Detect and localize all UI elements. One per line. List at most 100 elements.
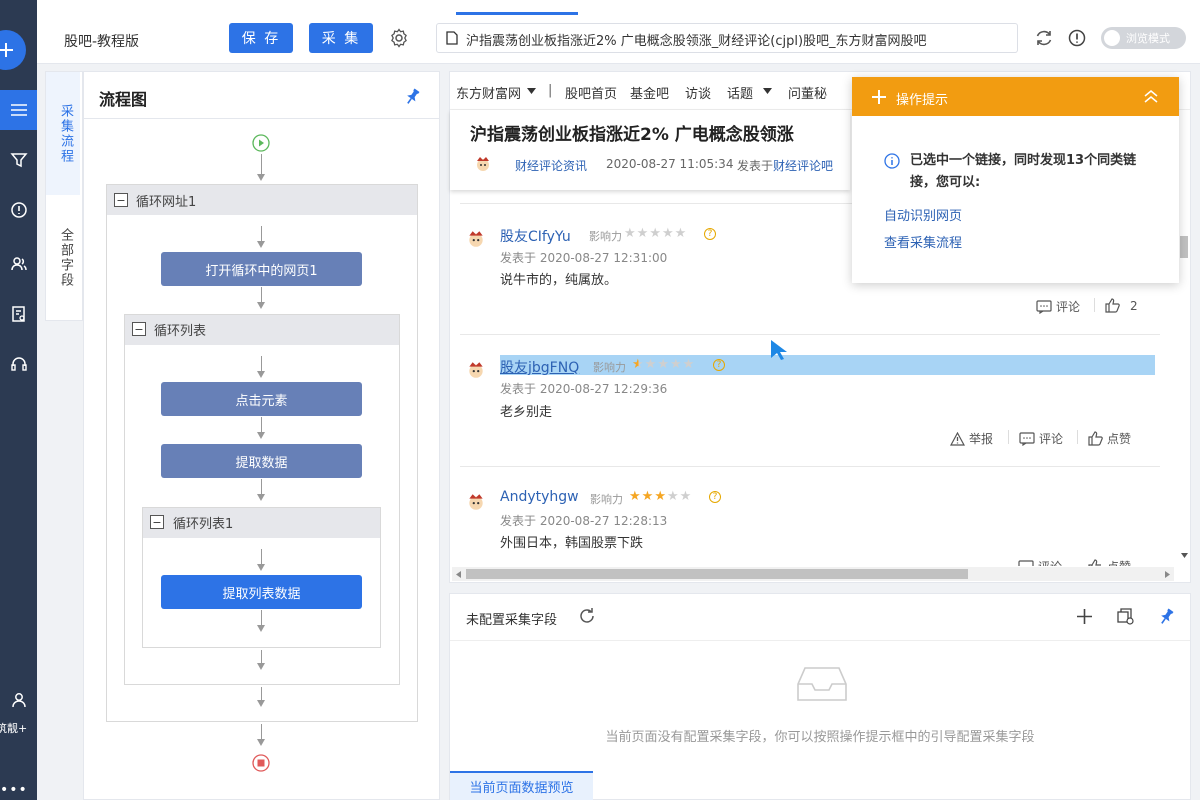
collapse-icon[interactable]: −	[114, 193, 128, 207]
account-name[interactable]: 筑靓+	[0, 720, 27, 736]
collapse-icon[interactable]: −	[150, 515, 164, 529]
view-workflow-link[interactable]: 查看采集流程	[884, 232, 962, 251]
avatar[interactable]	[466, 229, 486, 249]
node-open-page[interactable]: 打开循环中的网页1	[161, 252, 362, 286]
loop-list1-label: 循环列表1	[173, 517, 234, 532]
article-published-link[interactable]: 财经评论吧	[773, 157, 833, 174]
loop-url-label: 循环网址1	[136, 195, 197, 210]
avatar[interactable]	[466, 360, 486, 380]
add-field-icon[interactable]	[1076, 608, 1093, 625]
help-icon[interactable]: ?	[713, 359, 725, 371]
rail-item-support[interactable]	[0, 344, 37, 384]
divider	[460, 334, 1160, 335]
fields-title: 未配置采集字段	[466, 613, 558, 628]
save-button[interactable]: 保 存	[229, 23, 293, 53]
comment-button[interactable]: 评论	[1019, 430, 1063, 447]
like-button[interactable]: 点赞	[1088, 430, 1131, 447]
rail-item-account[interactable]	[0, 680, 37, 720]
collapse-icon[interactable]: −	[132, 322, 146, 336]
connector-arrow	[257, 371, 265, 378]
connector	[261, 154, 262, 174]
nav-item-eastmoney[interactable]: 东方财富网	[456, 83, 521, 102]
divider	[460, 466, 1160, 467]
scroll-down-icon[interactable]	[1181, 553, 1188, 558]
comment-button[interactable]: 评论	[1036, 298, 1080, 315]
warning-icon	[950, 431, 965, 446]
task-name[interactable]: 股吧-教程版	[64, 31, 139, 51]
more-menu[interactable]: •••	[0, 782, 28, 798]
article-title[interactable]: 沪指震荡创业板指涨近2% 广电概念股领涨	[470, 120, 794, 145]
connector-arrow	[257, 663, 265, 670]
pin-icon[interactable]	[405, 88, 421, 106]
chevron-down-icon[interactable]	[527, 88, 536, 94]
scroll-right-icon[interactable]	[1165, 571, 1170, 578]
help-icon[interactable]: ?	[704, 228, 716, 240]
alert-circle-icon[interactable]	[1068, 29, 1086, 47]
tip-title: 操作提示	[896, 93, 949, 108]
comment-time: 发表于 2020-08-27 12:28:13	[500, 514, 668, 528]
refresh-icon[interactable]	[578, 607, 596, 625]
url-text[interactable]: 沪指震荡创业板指涨近2% 广电概念股领涨_财经评论(cjpl)股吧_东方财富网股…	[466, 30, 1011, 49]
nav-item-guba-home[interactable]: 股吧首页	[565, 83, 617, 102]
refresh-icon[interactable]	[1034, 29, 1054, 47]
nav-item-ask-secretary[interactable]: 问董秘	[788, 83, 827, 102]
end-node-icon[interactable]	[252, 754, 270, 772]
comment-user[interactable]: 股友CIfyYu	[500, 226, 571, 246]
nav-item-interview[interactable]: 访谈	[685, 83, 711, 102]
report-button[interactable]: 举报	[950, 430, 993, 447]
comment-button[interactable]: 评论	[1018, 558, 1062, 566]
node-extract-list-data[interactable]: 提取列表数据	[161, 575, 362, 609]
tab-data-preview[interactable]: 当前页面数据预览	[450, 771, 593, 800]
article-published-prefix: 发表于	[737, 159, 774, 173]
comment-icon	[1018, 559, 1034, 566]
influence-label: 影响力	[590, 493, 623, 506]
nav-separator: |	[548, 83, 553, 98]
connector-arrow	[257, 174, 265, 181]
like-button[interactable]: 2	[1105, 298, 1138, 313]
rail-item-team[interactable]	[0, 244, 37, 284]
vertical-scroll-thumb[interactable]	[1180, 236, 1188, 258]
pin-icon[interactable]	[1159, 608, 1175, 626]
connector	[261, 479, 262, 495]
influence-label: 影响力	[589, 230, 622, 243]
scroll-left-icon[interactable]	[456, 571, 461, 578]
avatar[interactable]	[466, 492, 486, 512]
node-extract-data[interactable]: 提取数据	[161, 444, 362, 478]
funnel-icon	[9, 153, 28, 168]
document-icon	[446, 31, 458, 45]
thumbs-up-icon	[1105, 298, 1120, 313]
comment-icon	[1019, 431, 1035, 446]
comment-time: 发表于 2020-08-27 12:29:36	[500, 382, 668, 396]
collect-button[interactable]: 采 集	[309, 23, 373, 53]
rail-item-schedule[interactable]	[0, 190, 37, 230]
rail-item-tasks[interactable]	[0, 90, 37, 130]
horizontal-scroll-thumb[interactable]	[466, 569, 968, 579]
start-node-icon[interactable]	[252, 134, 270, 152]
chevron-down-icon[interactable]	[763, 88, 772, 94]
tab-all-fields-label[interactable]: 全部字段	[56, 228, 75, 288]
double-chevron-up-icon[interactable]	[1144, 89, 1158, 103]
document-search-icon	[11, 306, 25, 322]
nav-item-topic[interactable]: 话题	[727, 83, 753, 102]
comment-text: 说牛市的，纯属放。	[500, 273, 618, 288]
comment-user[interactable]: 股友jbgFNQ	[500, 357, 579, 377]
connector	[261, 650, 262, 664]
comment-user[interactable]: Andytyhgw	[500, 489, 579, 505]
node-click-element[interactable]: 点击元素	[161, 382, 362, 416]
gear-icon[interactable]	[389, 28, 409, 48]
article-source[interactable]: 财经评论资讯	[515, 157, 587, 174]
influence-stars: ★★★★★	[624, 226, 688, 241]
report-label: 举报	[969, 432, 994, 446]
tab-workflow-label[interactable]: 采集流程	[56, 104, 75, 164]
flowchart-title: 流程图	[99, 90, 148, 109]
divider	[450, 640, 1190, 641]
help-icon[interactable]: ?	[709, 491, 721, 503]
rail-item-data[interactable]	[0, 294, 37, 334]
copy-settings-icon[interactable]	[1117, 608, 1135, 626]
connector-arrow	[257, 564, 265, 571]
auto-detect-page-link[interactable]: 自动识别网页	[884, 205, 962, 224]
nav-item-fund-bar[interactable]: 基金吧	[630, 83, 669, 102]
like-button[interactable]: 点赞	[1088, 558, 1131, 566]
avatar[interactable]	[474, 155, 492, 173]
rail-item-templates[interactable]	[0, 140, 37, 180]
